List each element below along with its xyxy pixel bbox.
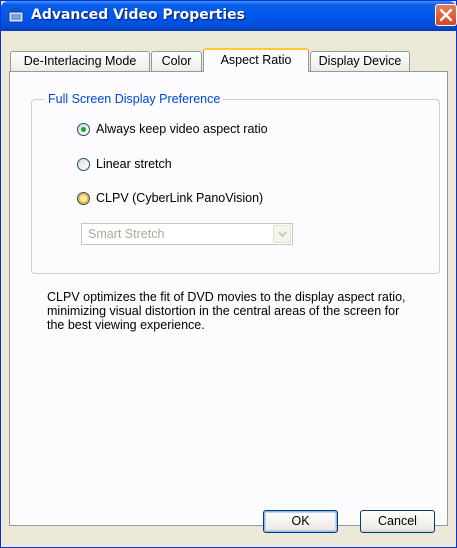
tab-de-interlacing-mode[interactable]: De-Interlacing Mode [10,51,150,71]
dialog-window: Advanced Video Properties De-Interlacing… [0,0,457,548]
radio-button[interactable] [77,158,90,171]
radio-label: Always keep video aspect ratio [96,122,268,136]
radio-label: Linear stretch [96,157,172,171]
radio-button-hover[interactable] [77,192,90,205]
tab-color[interactable]: Color [151,51,202,71]
title-bar[interactable]: Advanced Video Properties [1,1,457,31]
close-icon [439,8,453,22]
chevron-down-icon [278,231,287,238]
close-button[interactable] [435,4,457,26]
select-value: Smart Stretch [88,227,165,241]
cancel-button[interactable]: Cancel [360,510,435,533]
groupbox-label: Full Screen Display Preference [45,92,224,106]
radio-label: CLPV (CyberLink PanoVision) [96,191,264,205]
radio-button-selected[interactable] [77,123,90,136]
clpv-description: CLPV optimizes the fit of DVD movies to … [47,290,406,332]
radio-dot [81,127,86,132]
tab-aspect-ratio[interactable]: Aspect Ratio [203,48,309,72]
ok-button[interactable]: OK [263,510,338,533]
clpv-mode-select[interactable]: Smart Stretch [81,223,293,245]
app-icon [8,7,25,25]
dropdown-button[interactable] [273,225,291,243]
tab-display-device[interactable]: Display Device [310,51,410,71]
window-title: Advanced Video Properties [31,7,246,23]
